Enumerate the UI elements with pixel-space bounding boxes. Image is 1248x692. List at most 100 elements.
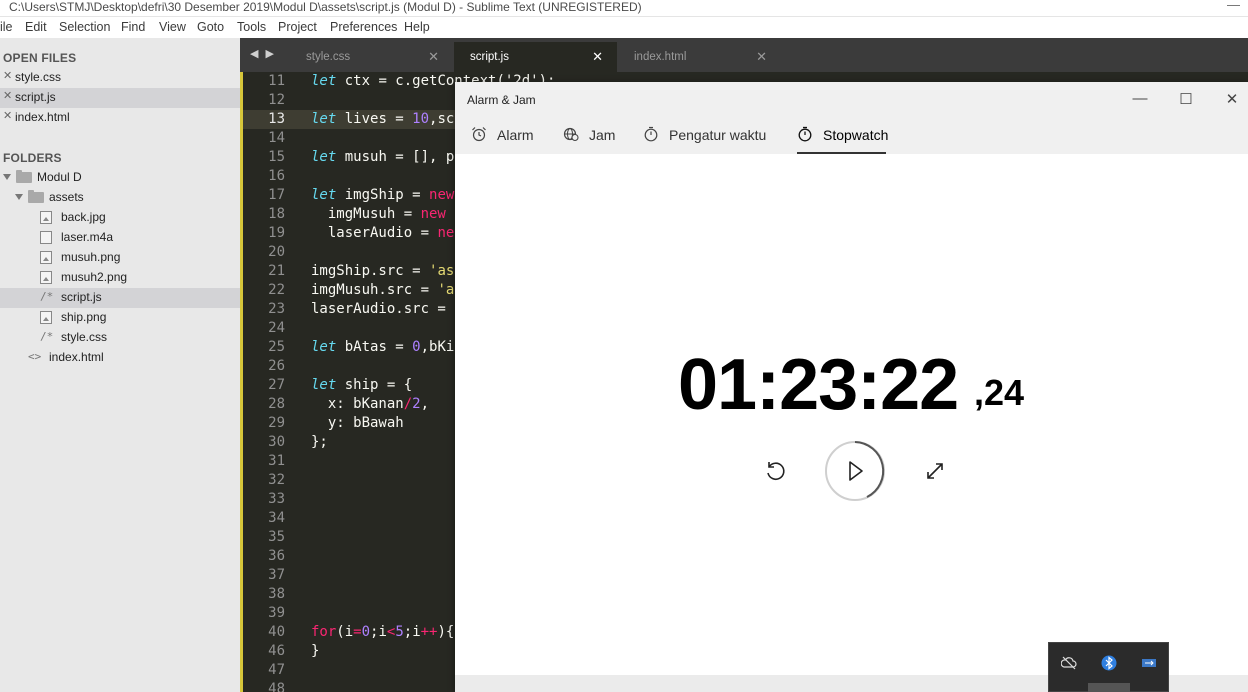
close-icon[interactable]: ✕ [1217,90,1247,108]
menu-file[interactable]: ile [0,20,13,34]
folder-icon [28,190,44,203]
line-number: 16 [268,168,285,184]
menu-edit[interactable]: Edit [25,20,47,34]
line-number: 24 [268,320,285,336]
title-bar: C:\Users\STMJ\Desktop\defri\30 Desember … [0,0,1248,17]
line-number: 38 [268,586,285,602]
file-label: index.html [49,350,104,364]
folder-item-assets[interactable]: assets [0,188,240,208]
editor-left-border [240,72,243,692]
line-number: 11 [268,73,285,89]
file-label: back.jpg [61,210,106,224]
tab-label: Stopwatch [823,127,889,143]
tab-label: script.js [470,51,509,63]
menu-project[interactable]: Project [278,20,317,34]
timer-icon [644,126,658,142]
open-file-item[interactable]: ✕ style.css [0,68,240,88]
file-item[interactable]: back.jpg [0,208,240,228]
line-number: 20 [268,244,285,260]
code-line: imgMusuh = new [311,206,446,222]
line-number: 28 [268,396,285,412]
menu-goto[interactable]: Goto [197,20,224,34]
line-number: 47 [268,662,285,678]
open-file-label: index.html [15,110,70,124]
alarm-window-title: Alarm & Jam [467,93,536,107]
menu-tools[interactable]: Tools [237,20,266,34]
usb-device-icon[interactable] [1141,655,1157,671]
file-item[interactable]: /* style.css [0,328,240,348]
close-icon[interactable]: ✕ [3,89,12,102]
folder-label: assets [49,190,84,204]
line-number: 32 [268,472,285,488]
tab-style-css[interactable]: style.css ✕ [290,42,453,72]
expand-icon[interactable] [923,459,947,483]
file-label: musuh.png [61,250,121,264]
code-line: x: bKanan/2, [311,396,430,412]
line-number: 46 [268,643,285,659]
bluetooth-icon[interactable] [1101,655,1117,671]
line-number: 36 [268,548,285,564]
close-icon[interactable]: ✕ [428,49,439,65]
menu-view[interactable]: View [159,20,186,34]
onedrive-offline-icon[interactable] [1061,655,1077,671]
file-item[interactable]: laser.m4a [0,228,240,248]
code-line: imgMusuh.src = 'a [311,282,455,298]
image-file-icon [40,311,52,324]
tab-label: index.html [634,51,687,63]
line-number: 31 [268,453,285,469]
code-line: y: bBawah [311,415,404,431]
file-label: ship.png [61,310,107,324]
code-line: let musuh = [], p [311,149,455,165]
stopwatch-time: 01:23:22 [678,345,959,425]
line-number: 35 [268,529,285,545]
code-line: for(i=0;i<5;i++){ [311,624,455,640]
minimize-icon[interactable]: — [1125,90,1155,107]
alarm-clock-icon [472,127,486,142]
stopwatch-hundredths: ,24 [974,372,1025,413]
tab-label: Pengatur waktu [669,127,767,143]
close-icon[interactable]: ✕ [592,49,603,65]
window-title: C:\Users\STMJ\Desktop\defri\30 Desember … [9,0,642,14]
line-number: 13 [268,111,285,127]
tab-script-js[interactable]: script.js ✕ [454,42,617,72]
alarm-header: Alarm & Jam — ☐ ✕ Alarm Jam Pengatur wak… [455,82,1248,154]
maximize-icon[interactable]: ☐ [1171,90,1201,108]
tab-label: Alarm [497,127,534,143]
file-item[interactable]: /* script.js [0,288,240,308]
close-icon[interactable]: ✕ [3,69,12,82]
file-item[interactable]: musuh.png [0,248,240,268]
line-number: 27 [268,377,285,393]
file-item[interactable]: ship.png [0,308,240,328]
window-close-icon[interactable]: — [1227,0,1240,12]
file-label: laser.m4a [61,230,114,244]
file-item[interactable]: <> index.html [0,348,240,368]
open-file-item[interactable]: ✕ index.html [0,108,240,128]
open-file-item[interactable]: ✕ script.js [0,88,240,108]
line-number: 34 [268,510,285,526]
line-number: 48 [268,681,285,692]
chevron-down-icon[interactable] [3,174,11,180]
line-number: 14 [268,130,285,146]
menu-preferences[interactable]: Preferences [330,20,397,34]
menu-selection[interactable]: Selection [59,20,110,34]
file-item[interactable]: musuh2.png [0,268,240,288]
line-number: 29 [268,415,285,431]
code-line: laserAudio.src = [311,301,455,317]
play-button[interactable] [824,440,886,502]
line-number: 23 [268,301,285,317]
tab-arrows-icon[interactable]: ◀ ▶ [250,47,276,60]
menu-help[interactable]: Help [404,20,430,34]
line-number: 12 [268,92,285,108]
reset-icon[interactable] [763,459,787,483]
chevron-down-icon[interactable] [15,194,23,200]
close-icon[interactable]: ✕ [756,49,767,65]
file-icon [40,231,52,244]
menu-bar: ile Edit Selection Find View Goto Tools … [0,17,1248,38]
folder-icon [16,170,32,183]
folder-item-modul-d[interactable]: Modul D [0,168,240,188]
menu-find[interactable]: Find [121,20,145,34]
close-icon[interactable]: ✕ [3,109,12,122]
folder-label: Modul D [37,170,82,184]
line-number: 19 [268,225,285,241]
tab-index-html[interactable]: index.html ✕ [618,42,781,72]
